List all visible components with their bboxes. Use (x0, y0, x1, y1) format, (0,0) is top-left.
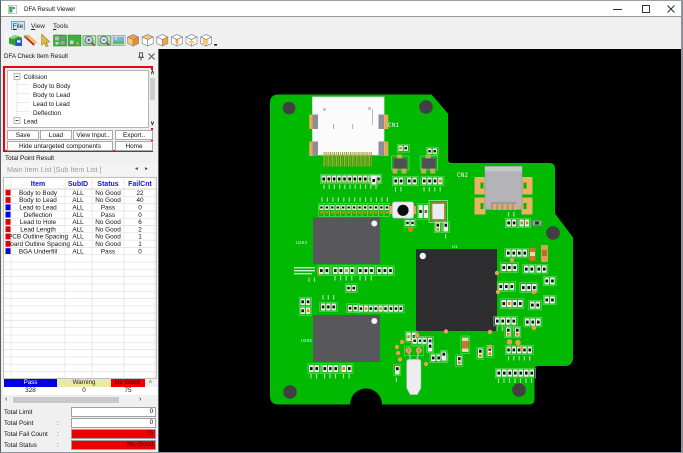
svg-text:0: 0 (138, 248, 142, 255)
svg-text:6: 6 (138, 219, 142, 226)
svg-text:Body to Lead: Body to Lead (33, 92, 71, 99)
svg-text:Lead: Lead (24, 119, 39, 126)
svg-text:Pass: Pass (101, 212, 115, 219)
svg-text:Lead to Lead: Lead to Lead (33, 101, 70, 108)
svg-text:ALL: ALL (72, 241, 84, 248)
svg-text:ALL: ALL (72, 205, 84, 212)
svg-text:22: 22 (136, 190, 144, 197)
svg-text:PCB Outline Spacing: PCB Outline Spacing (8, 234, 68, 241)
svg-text:Body to Lead: Body to Lead (19, 197, 57, 204)
svg-text:FailCnt: FailCnt (128, 181, 152, 188)
svg-text:Status: Status (97, 181, 119, 188)
svg-text:Pass: Pass (101, 248, 115, 255)
svg-text:No Good: No Good (95, 226, 121, 233)
svg-text:Lead Length: Lead Length (20, 226, 56, 233)
svg-text:No Good: No Good (95, 190, 121, 197)
svg-text:U265: U265 (301, 338, 312, 344)
svg-text:ALL: ALL (72, 219, 84, 226)
svg-text:Deflection: Deflection (24, 212, 53, 219)
svg-text:No Good: No Good (95, 241, 121, 248)
svg-text:1: 1 (138, 234, 142, 241)
svg-text:Collision: Collision (24, 74, 48, 81)
svg-text:Lead to Hole: Lead to Hole (20, 219, 57, 226)
svg-text:ALL: ALL (72, 234, 84, 241)
svg-text:ALL: ALL (72, 212, 84, 219)
svg-text:40: 40 (136, 197, 144, 204)
svg-text:0: 0 (138, 212, 142, 219)
svg-text:SubID: SubID (68, 181, 88, 188)
svg-text:CN1: CN1 (388, 122, 399, 129)
svg-text:U1: U1 (452, 244, 458, 250)
svg-text:2: 2 (138, 226, 142, 233)
svg-text:Pass: Pass (101, 205, 115, 212)
svg-text:No Good: No Good (95, 197, 121, 204)
svg-text:ALL: ALL (72, 248, 84, 255)
svg-text:CN2: CN2 (457, 172, 468, 179)
svg-text:Item: Item (31, 181, 45, 188)
svg-text:No Good: No Good (95, 219, 121, 226)
svg-text:BGA Underfill: BGA Underfill (19, 248, 57, 255)
svg-text:U264: U264 (296, 240, 307, 246)
svg-text:ALL: ALL (72, 190, 84, 197)
svg-text:1: 1 (138, 241, 142, 248)
svg-text:ALL: ALL (72, 197, 84, 204)
svg-text:Body to Body: Body to Body (19, 190, 58, 197)
svg-text:Deflection: Deflection (33, 110, 61, 117)
svg-text:0: 0 (138, 205, 142, 212)
svg-text:Board Outline Spacing: Board Outline Spacing (6, 241, 70, 248)
svg-text:No Good: No Good (95, 234, 121, 241)
svg-text:Lead to Lead: Lead to Lead (19, 205, 57, 212)
svg-text:Body to Body: Body to Body (33, 83, 71, 90)
svg-text:ALL: ALL (72, 226, 84, 233)
